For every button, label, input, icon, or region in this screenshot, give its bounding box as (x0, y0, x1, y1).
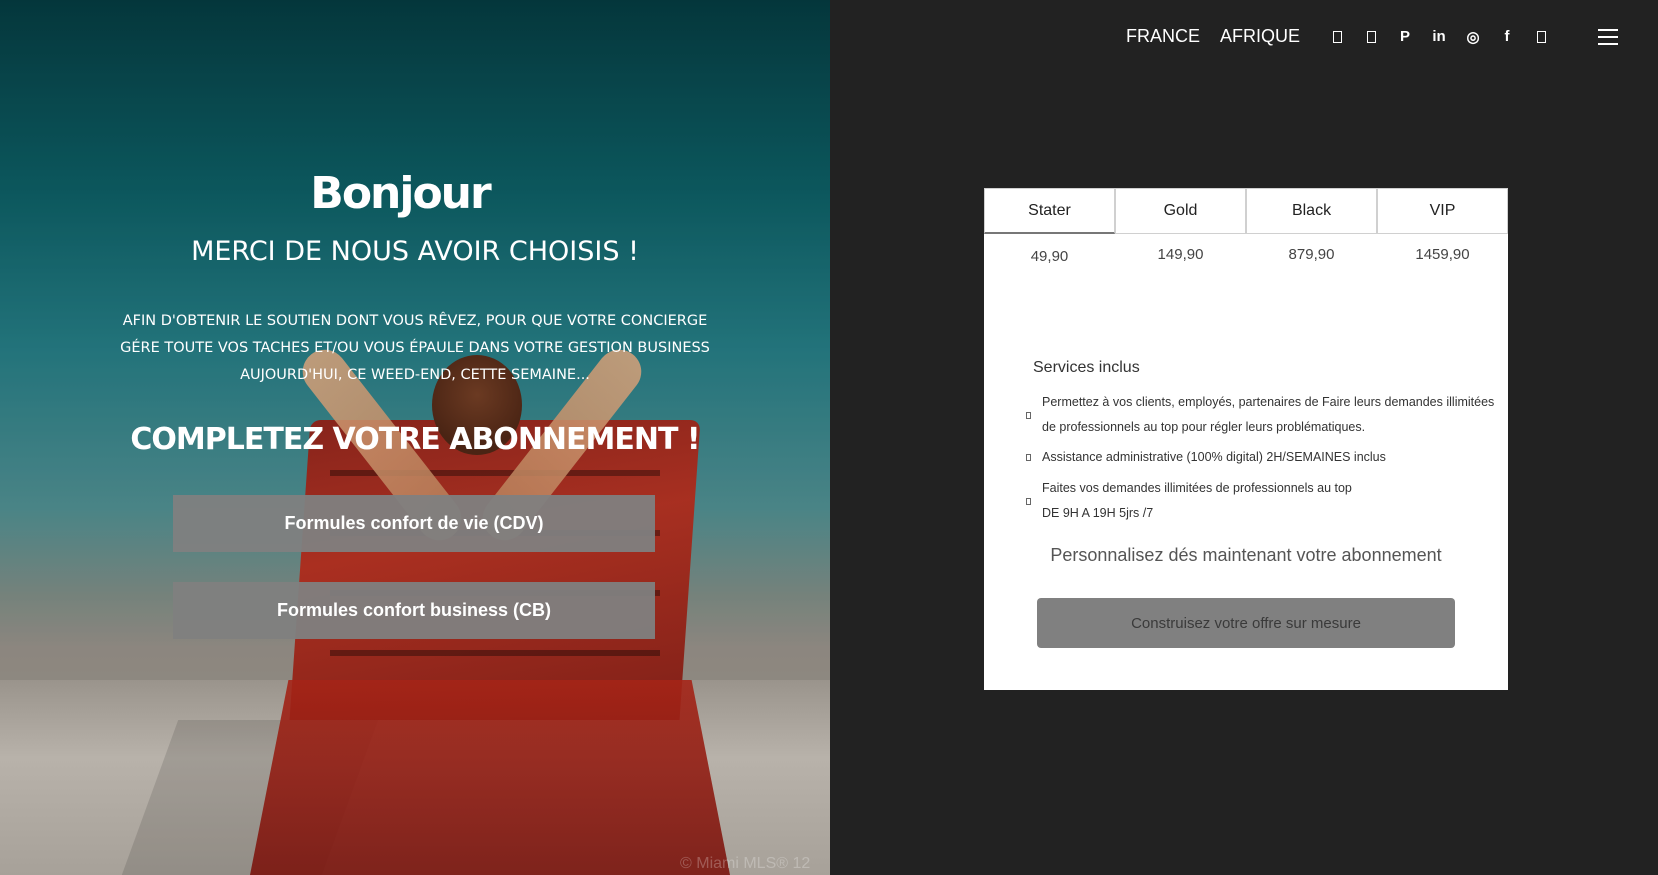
tab-black[interactable]: Black (1246, 188, 1377, 234)
service-text: Permettez à vos clients, employés, parte… (1042, 390, 1494, 440)
price-stater: 49,90 (1030, 248, 1069, 265)
personalize-text: Personnalisez dés maintenant votre abonn… (1050, 545, 1442, 565)
hero-paragraph-line: AUJOURD'HUI, CE WEED-END, CETTE SEMAINE.… (240, 367, 590, 383)
bullet-icon (1026, 445, 1042, 470)
service-line: Assistance administrative (100% digital)… (1042, 450, 1386, 464)
plan-prices: 49,90 149,90 879,90 1459,90 (984, 234, 1508, 284)
service-item: Faites vos demandes illimitées de profes… (1026, 476, 1496, 526)
cb-formulas-button[interactable]: Formules confort business (CB) (173, 582, 655, 639)
chair-slat (330, 650, 660, 656)
hamburger-menu-icon[interactable] (1598, 28, 1618, 45)
cdv-formulas-button[interactable]: Formules confort de vie (CDV) (173, 495, 655, 552)
tab-gold[interactable]: Gold (1115, 188, 1246, 234)
nav-link-afrique[interactable]: AFRIQUE (1220, 26, 1300, 47)
service-item: Permettez à vos clients, employés, parte… (1026, 390, 1496, 440)
pricing-card: Stater Gold Black VIP 49,90 149,90 879,9… (984, 188, 1508, 690)
image-watermark: © Miami MLS® 12 (680, 855, 811, 872)
build-offer-button[interactable]: Construisez votre offre sur mesure (1037, 598, 1455, 648)
service-line: Permettez à vos clients, employés, parte… (1042, 395, 1495, 409)
square-icon[interactable] (1320, 28, 1354, 45)
price-black: 879,90 (1288, 246, 1335, 263)
service-item: Assistance administrative (100% digital)… (1026, 445, 1496, 470)
tab-stater[interactable]: Stater (984, 188, 1115, 234)
service-text: Assistance administrative (100% digital)… (1042, 445, 1386, 470)
social-icons: P in ◎ f (1320, 28, 1558, 46)
hero-section: © Miami MLS® 12 Bonjour MERCI DE NOUS AV… (0, 0, 830, 875)
service-line: de professionnels au top pour régler leu… (1042, 420, 1366, 434)
hero-subtitle: MERCI DE NOUS AVOIR CHOISIS ! (191, 236, 639, 267)
bullet-icon (1026, 390, 1042, 440)
linkedin-icon[interactable]: in (1422, 28, 1456, 45)
hero-cta-title: COMPLETEZ VOTRE ABONNEMENT ! (130, 422, 700, 457)
hero-paragraph-line: GÉRE TOUTE VOS TACHES ET/OU VOUS ÉPAULE … (120, 340, 710, 356)
services-title: Services inclus (1033, 359, 1140, 376)
service-line: DE 9H A 19H 5jrs /7 (1042, 506, 1154, 520)
plan-tabs: Stater Gold Black VIP (984, 188, 1508, 234)
price-gold: 149,90 (1157, 246, 1204, 263)
hero-background-chair-seat (250, 680, 730, 875)
square-icon[interactable] (1524, 28, 1558, 45)
nav-link-france[interactable]: FRANCE (1126, 26, 1200, 47)
facebook-icon[interactable]: f (1490, 28, 1524, 45)
pinterest-icon[interactable]: P (1388, 28, 1422, 45)
bullet-icon (1026, 476, 1042, 526)
price-vip: 1459,90 (1415, 246, 1470, 263)
hero-greeting: Bonjour (310, 168, 491, 219)
service-text: Faites vos demandes illimitées de profes… (1042, 476, 1352, 526)
hero-paragraph-line: AFIN D'OBTENIR LE SOUTIEN DONT VOUS RÊVE… (122, 313, 708, 329)
top-navigation: FRANCE AFRIQUE P in ◎ f (1106, 26, 1618, 47)
tab-vip[interactable]: VIP (1377, 188, 1508, 234)
service-line: Faites vos demandes illimitées de profes… (1042, 481, 1352, 495)
instagram-icon[interactable]: ◎ (1456, 28, 1490, 46)
hero-background-chair (289, 420, 701, 720)
hero-paragraph: AFIN D'OBTENIR LE SOUTIEN DONT VOUS RÊVE… (120, 308, 710, 389)
square-icon[interactable] (1354, 28, 1388, 45)
